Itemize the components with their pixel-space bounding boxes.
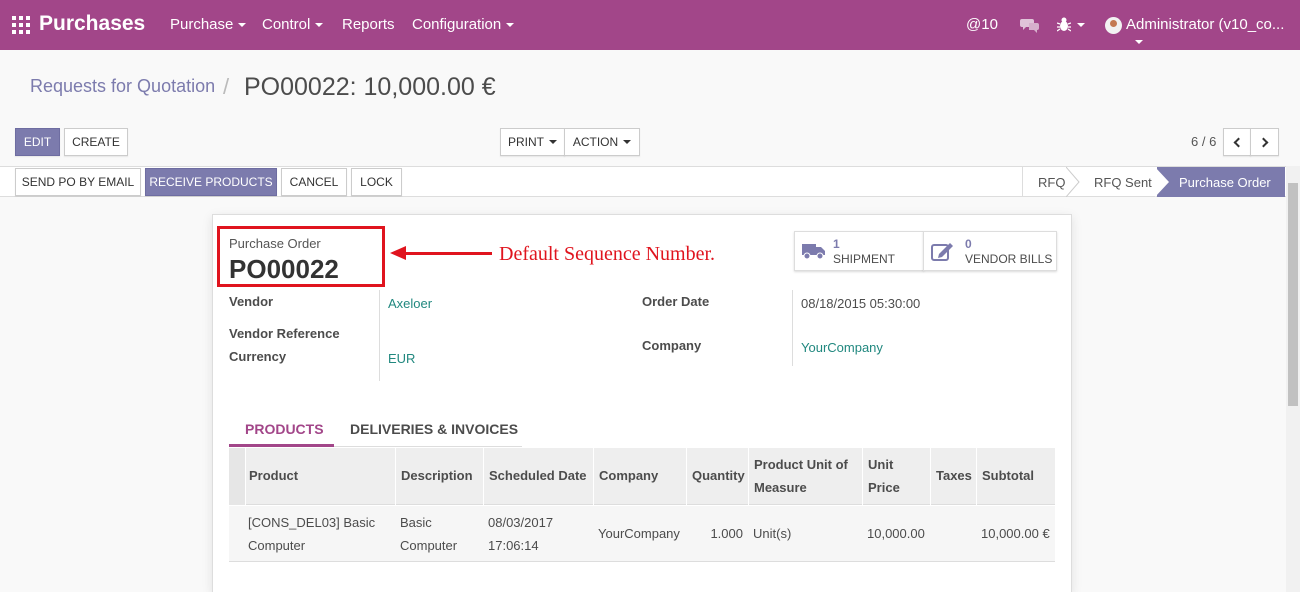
field-separator bbox=[792, 290, 793, 366]
action-dropdown[interactable]: ACTION bbox=[564, 128, 640, 156]
pager-counter: 6 / 6 bbox=[1191, 134, 1217, 149]
user-avatar[interactable] bbox=[1105, 17, 1122, 34]
annotation-highlight-box bbox=[217, 226, 385, 287]
vendor-reference-label: Vendor Reference bbox=[229, 326, 340, 341]
field-separator bbox=[379, 290, 380, 381]
column-header-unit-price[interactable]: Unit Price bbox=[868, 453, 924, 499]
currency-field[interactable]: EUR bbox=[388, 351, 415, 366]
column-header-description[interactable]: Description bbox=[401, 464, 473, 487]
row-handle-column bbox=[229, 448, 245, 505]
order-date-label: Order Date bbox=[642, 294, 710, 309]
menu-control[interactable]: Control bbox=[262, 16, 324, 33]
column-header-quantity[interactable]: Quantity bbox=[692, 464, 745, 487]
company-label: Company bbox=[642, 338, 702, 353]
vendor-field[interactable]: Axeloer bbox=[388, 296, 432, 311]
debug-caret-icon[interactable] bbox=[1077, 23, 1085, 27]
currency-label: Currency bbox=[229, 349, 287, 364]
top-navbar: Purchases Purchase Control Reports Confi… bbox=[0, 0, 1300, 50]
stage-purchase-order[interactable]: Purchase Order bbox=[1157, 167, 1285, 197]
user-menu[interactable]: Administrator (v10_co... bbox=[1126, 16, 1300, 50]
pager-previous-button[interactable] bbox=[1223, 128, 1251, 156]
bug-debug-icon[interactable] bbox=[1057, 17, 1071, 32]
menu-purchase[interactable]: Purchase bbox=[170, 16, 247, 33]
menu-reports[interactable]: Reports bbox=[342, 16, 395, 33]
form-statusbar: SEND PO BY EMAIL RECEIVE PRODUCTS CANCEL… bbox=[0, 166, 1300, 197]
menu-configuration[interactable]: Configuration bbox=[412, 16, 515, 33]
stage-rfq-sent[interactable]: RFQ Sent bbox=[1080, 167, 1157, 197]
page-title: PO00022: 10,000.00 € bbox=[244, 73, 496, 101]
tab-products[interactable]: PRODUCTS bbox=[245, 421, 324, 437]
mentions-counter[interactable]: @10 bbox=[966, 16, 998, 33]
pager-next-button[interactable] bbox=[1250, 128, 1279, 156]
app-title[interactable]: Purchases bbox=[39, 12, 145, 36]
cell-company[interactable]: YourCompany bbox=[598, 522, 680, 545]
breadcrumb: Requests for Quotation / PO00022: 10,000… bbox=[30, 73, 496, 101]
cell-product[interactable]: [CONS_DEL03] Basic Computer bbox=[248, 511, 388, 557]
vendor-label: Vendor bbox=[229, 294, 274, 309]
cell-unit-of-measure[interactable]: Unit(s) bbox=[753, 522, 791, 545]
print-dropdown[interactable]: PRINT bbox=[500, 128, 565, 156]
cell-subtotal[interactable]: 10,000.00 € bbox=[981, 522, 1050, 545]
stage-separator bbox=[1066, 167, 1080, 197]
column-header-taxes[interactable]: Taxes bbox=[936, 464, 972, 487]
tab-deliveries-invoices[interactable]: DELIVERIES & INVOICES bbox=[350, 421, 518, 437]
vendor-bills-smart-button[interactable]: 0 VENDOR BILLS bbox=[923, 231, 1057, 271]
create-button[interactable]: CREATE bbox=[64, 128, 128, 156]
shipment-smart-button[interactable]: 1 SHIPMENT bbox=[794, 231, 924, 271]
annotation-text: Default Sequence Number. bbox=[499, 243, 716, 265]
column-header-scheduled-date[interactable]: Scheduled Date bbox=[489, 464, 587, 487]
column-header-company[interactable]: Company bbox=[599, 464, 658, 487]
vendor-bills-count: 0 bbox=[965, 237, 972, 251]
cancel-button[interactable]: CANCEL bbox=[281, 168, 347, 196]
send-po-by-email-button[interactable]: SEND PO BY EMAIL bbox=[15, 168, 141, 196]
active-tab-indicator bbox=[229, 444, 334, 447]
shipment-count: 1 bbox=[833, 237, 840, 251]
cell-unit-price[interactable]: 10,000.00 bbox=[867, 522, 925, 545]
chevron-right-icon bbox=[1258, 137, 1268, 147]
column-header-subtotal[interactable]: Subtotal bbox=[982, 464, 1034, 487]
chat-icon[interactable] bbox=[1020, 17, 1039, 33]
stage-arrow bbox=[1155, 167, 1169, 197]
chevron-left-icon bbox=[1233, 137, 1244, 147]
shipment-label: SHIPMENT bbox=[833, 252, 896, 266]
cell-description[interactable]: Basic Computer bbox=[400, 511, 480, 557]
pencil-square-icon bbox=[931, 243, 953, 261]
column-header-unit-of-measure[interactable]: Product Unit of Measure bbox=[754, 453, 858, 499]
breadcrumb-parent-link[interactable]: Requests for Quotation bbox=[30, 76, 215, 96]
scrollbar-thumb[interactable] bbox=[1288, 183, 1298, 406]
company-field[interactable]: YourCompany bbox=[801, 340, 883, 355]
cell-quantity[interactable]: 1.000 bbox=[686, 522, 743, 545]
annotation-arrow-line bbox=[404, 252, 492, 255]
edit-button[interactable]: EDIT bbox=[15, 128, 60, 156]
cell-scheduled-date[interactable]: 08/03/2017 17:06:14 bbox=[488, 511, 578, 557]
apps-grid-icon[interactable] bbox=[12, 16, 30, 34]
lock-button[interactable]: LOCK bbox=[351, 168, 402, 196]
order-date-field[interactable]: 08/18/2015 05:30:00 bbox=[801, 296, 920, 311]
breadcrumb-separator: / bbox=[223, 74, 230, 99]
truck-icon bbox=[802, 244, 825, 260]
vendor-bills-label: VENDOR BILLS bbox=[965, 252, 1053, 266]
receive-products-button[interactable]: RECEIVE PRODUCTS bbox=[145, 168, 277, 196]
column-header-product[interactable]: Product bbox=[249, 464, 298, 487]
